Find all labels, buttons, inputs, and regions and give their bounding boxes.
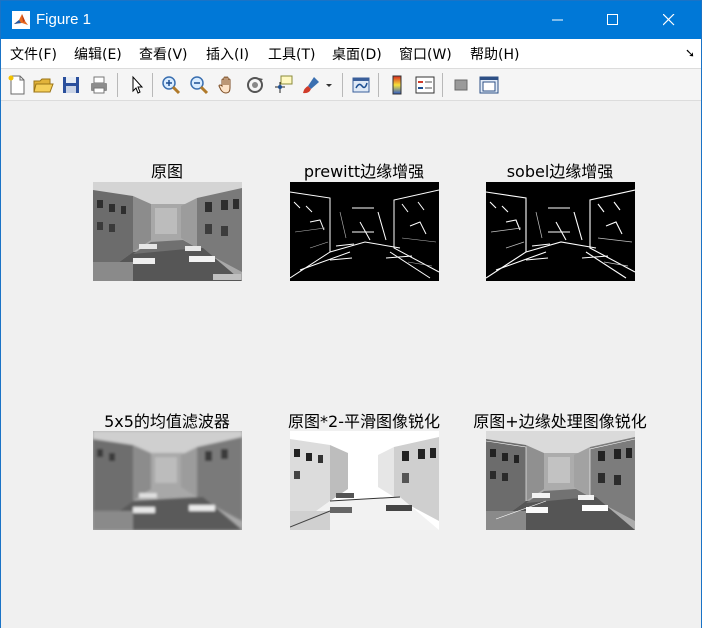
subplot-image-blurred [93, 431, 242, 530]
subplot-title: 原图*2-平滑图像锐化 [288, 412, 440, 431]
subplot-title: 原图 [150, 162, 184, 181]
figure-toolbar [1, 68, 701, 101]
maximize-button[interactable] [586, 1, 640, 39]
subplot-image-sharpened [486, 431, 635, 530]
toolbar-separator [378, 73, 379, 97]
menu-file[interactable]: 文件(F) [10, 44, 57, 64]
menu-tools[interactable]: 工具(T) [268, 44, 315, 64]
toolbar-separator [342, 73, 343, 97]
menu-help[interactable]: 帮助(H) [470, 44, 519, 64]
dock-arrow-icon[interactable]: ➘ [685, 46, 695, 60]
print-icon[interactable] [88, 74, 110, 96]
toolbar-separator [117, 73, 118, 97]
menu-bar: 文件(F) 编辑(E) 查看(V) 插入(I) 工具(T) 桌面(D) 窗口(W… [1, 39, 701, 68]
select-pointer-icon[interactable] [126, 74, 148, 96]
link-plot-icon[interactable] [350, 74, 372, 96]
legend-icon[interactable] [414, 74, 436, 96]
maximize-icon [607, 14, 618, 25]
subplot-image-sobel [486, 182, 635, 281]
menu-desktop[interactable]: 桌面(D) [332, 44, 382, 64]
subplot-image-original [93, 182, 242, 281]
window-title: Figure 1 [36, 11, 92, 28]
minimize-button[interactable] [531, 1, 585, 39]
toolbar-separator [152, 73, 153, 97]
menu-window[interactable]: 窗口(W) [399, 44, 452, 64]
figure-window: Figure 1 文件(F) 编辑(E) 查看(V) 插入(I) 工具(T) 桌… [0, 0, 702, 628]
subplot-title: 5x5的均值滤波器 [104, 412, 230, 431]
menu-edit[interactable]: 编辑(E) [74, 44, 122, 64]
zoom-out-icon[interactable] [188, 74, 210, 96]
title-bar: Figure 1 [1, 1, 701, 39]
zoom-in-icon[interactable] [160, 74, 182, 96]
open-file-icon[interactable] [32, 74, 54, 96]
subplot-image-oversharpened [290, 431, 439, 530]
pan-hand-icon[interactable] [216, 74, 238, 96]
save-icon[interactable] [60, 74, 82, 96]
close-icon [663, 14, 675, 26]
minimize-icon [552, 19, 563, 21]
subplot-title: sobel边缘增强 [506, 162, 614, 181]
subplot-image-prewitt [290, 182, 439, 281]
rotate-3d-icon[interactable] [244, 74, 266, 96]
menu-insert[interactable]: 插入(I) [206, 44, 249, 64]
data-cursor-icon[interactable] [272, 74, 294, 96]
subplot-title: prewitt边缘增强 [303, 162, 425, 181]
colorbar-icon[interactable] [386, 74, 408, 96]
close-button[interactable] [642, 1, 696, 39]
show-plot-tools-icon[interactable] [478, 74, 500, 96]
menu-view[interactable]: 查看(V) [139, 44, 188, 64]
figure-canvas: 原图 prewitt边缘增强 sobel边缘增强 5x5的均值滤波器 原图*2-… [1, 102, 701, 628]
new-figure-icon[interactable] [6, 74, 28, 96]
hide-plot-tools-icon[interactable] [450, 74, 472, 96]
toolbar-separator [442, 73, 443, 97]
matlab-logo-icon [12, 11, 30, 29]
subplot-title: 原图+边缘处理图像锐化 [473, 412, 647, 431]
brush-icon[interactable] [300, 74, 322, 96]
